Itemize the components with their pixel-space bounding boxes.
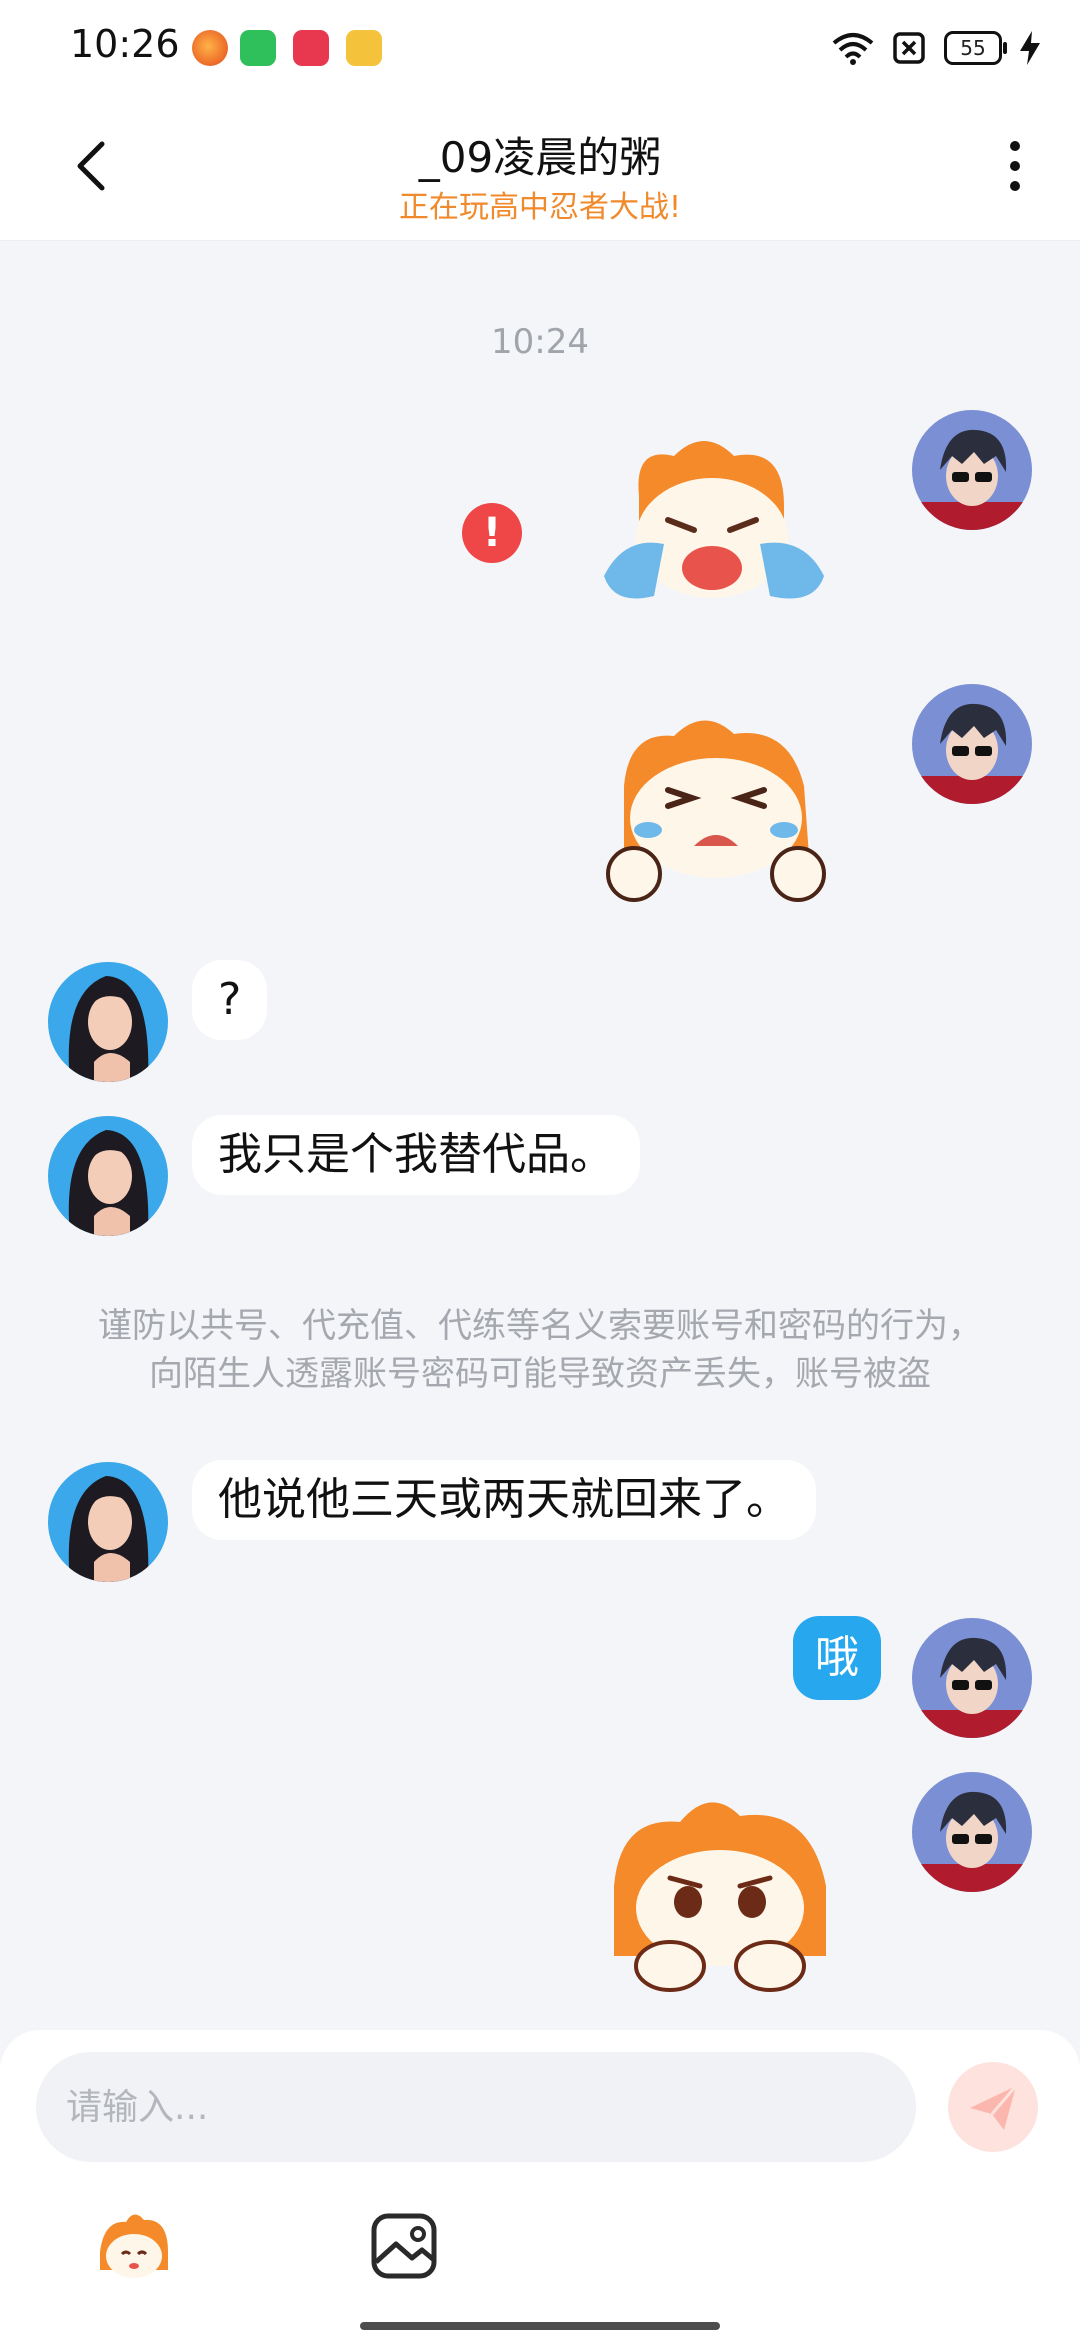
charging-icon: [1020, 31, 1040, 65]
app-yellow-icon: [346, 30, 382, 66]
message-bubble[interactable]: 我只是个我替代品。: [192, 1115, 640, 1195]
app-green-icon: [240, 30, 276, 66]
boy-avatar-icon: [912, 684, 1032, 804]
sad-fox-sticker[interactable]: [600, 1786, 840, 1996]
app-orange-icon: [192, 30, 228, 66]
image-button[interactable]: [364, 2206, 444, 2286]
home-indicator[interactable]: [360, 2322, 720, 2330]
status-bar: 10:26 55: [0, 0, 1080, 96]
battery-icon: 55: [944, 31, 1007, 65]
contact-avatar[interactable]: [48, 1116, 168, 1236]
image-icon: [371, 2213, 437, 2279]
chat-status-subtitle: 正在玩高中忍者大战!: [398, 190, 682, 225]
sobbing-fox-sticker[interactable]: [594, 706, 844, 906]
my-avatar[interactable]: [912, 1772, 1032, 1892]
send-button[interactable]: [948, 2062, 1038, 2152]
app-red-icon: [293, 30, 329, 66]
sticker-button[interactable]: [94, 2206, 174, 2286]
message-list[interactable]: 10:24 ! ? 我只是个我替代品。 谨防以共号、代充值、代练等名义索要账号和…: [0, 240, 1080, 2030]
chat-header: _09凌晨的粥 正在玩高中忍者大战!: [0, 96, 1080, 241]
my-message-bubble[interactable]: 哦: [793, 1616, 881, 1700]
girl-avatar-icon: [48, 1462, 168, 1582]
more-options-button[interactable]: [990, 136, 1040, 196]
chat-title: _09凌晨的粥: [418, 133, 662, 182]
girl-avatar-icon: [48, 1116, 168, 1236]
message-input[interactable]: [36, 2052, 916, 2162]
message-composer: [0, 2030, 1080, 2340]
my-avatar[interactable]: [912, 684, 1032, 804]
status-right-group: 55: [832, 26, 1040, 70]
contact-avatar[interactable]: [48, 1462, 168, 1582]
message-timestamp: 10:24: [491, 322, 589, 362]
my-avatar[interactable]: [912, 410, 1032, 530]
send-failed-icon[interactable]: !: [462, 503, 522, 563]
sim-off-icon: [893, 32, 925, 64]
wifi-icon: [832, 33, 874, 65]
girl-avatar-icon: [48, 962, 168, 1082]
sticker-icon: [100, 2214, 168, 2278]
more-icon: [1010, 141, 1020, 191]
boy-avatar-icon: [912, 1618, 1032, 1738]
boy-avatar-icon: [912, 1772, 1032, 1892]
my-avatar[interactable]: [912, 1618, 1032, 1738]
message-bubble[interactable]: 他说他三天或两天就回来了。: [192, 1460, 816, 1540]
boy-avatar-icon: [912, 410, 1032, 530]
status-time: 10:26: [70, 22, 180, 66]
crying-fox-sticker[interactable]: [584, 426, 844, 626]
message-bubble[interactable]: ?: [192, 960, 268, 1040]
send-icon: [970, 2085, 1018, 2130]
safety-notice: 谨防以共号、代充值、代练等名义索要账号和密码的行为，向陌生人透露账号密码可能导致…: [98, 1306, 982, 1394]
contact-avatar[interactable]: [48, 962, 168, 1082]
